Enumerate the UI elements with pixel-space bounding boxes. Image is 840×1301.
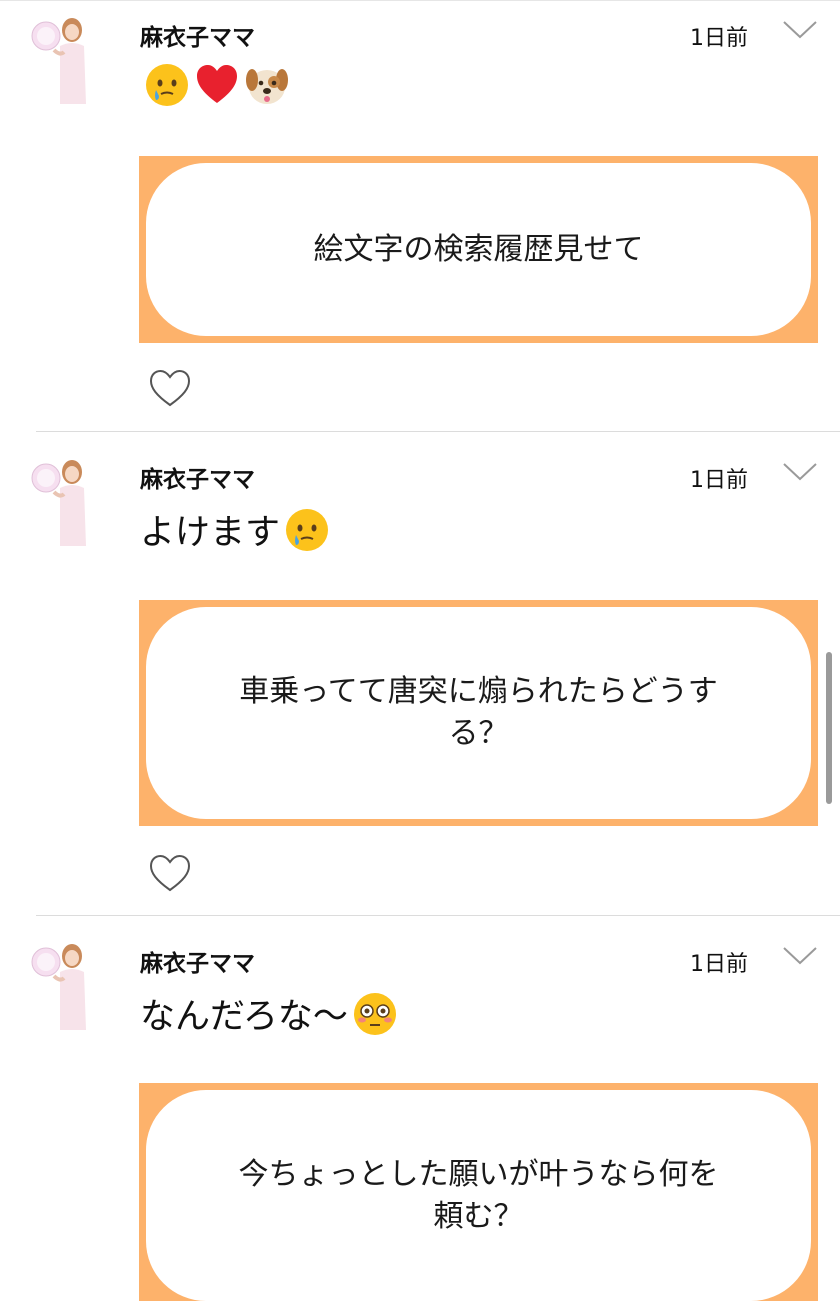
username[interactable]: 麻衣子ママ <box>140 18 255 52</box>
flushed-face-icon <box>353 992 396 1035</box>
chevron-down-icon[interactable] <box>782 946 818 966</box>
question-card-text: 車乗ってて唐突に煽られたらどうする？ <box>146 607 811 819</box>
username[interactable]: 麻衣子ママ <box>140 460 255 494</box>
dog-face-icon <box>246 69 288 104</box>
avatar[interactable] <box>30 454 90 550</box>
question-card[interactable]: 絵文字の検索履歴見せて <box>139 156 818 343</box>
heart-like-icon[interactable] <box>148 853 192 893</box>
post-text: よけます <box>140 504 330 555</box>
post-text-content: よけます <box>140 513 281 553</box>
scrollbar[interactable] <box>826 652 832 804</box>
post-text: なんだろな〜 <box>140 988 398 1039</box>
timestamp: 1日前 <box>690 468 748 493</box>
question-card-text: 今ちょっとした願いが叶うなら何を頼む？ <box>146 1090 811 1301</box>
avatar[interactable] <box>30 938 90 1034</box>
timestamp: 1日前 <box>690 26 748 51</box>
question-card-text: 絵文字の検索履歴見せて <box>146 163 811 336</box>
post-text-content: なんだろな〜 <box>140 997 348 1037</box>
question-card[interactable]: 今ちょっとした願いが叶うなら何を頼む？ <box>139 1083 818 1301</box>
face-holding-back-tears-icon <box>146 64 188 106</box>
question-card[interactable]: 車乗ってて唐突に煽られたらどうする？ <box>139 600 818 826</box>
chevron-down-icon[interactable] <box>782 20 818 40</box>
red-heart-icon <box>197 65 237 103</box>
avatar[interactable] <box>30 12 90 108</box>
post-item: 麻衣子ママ 1日前 なんだろな〜 今ちょっとした願いが叶うなら何を頼む？ <box>0 926 840 1301</box>
chevron-down-icon[interactable] <box>782 462 818 482</box>
heart-like-icon[interactable] <box>148 368 192 408</box>
face-holding-back-tears-icon <box>286 508 329 551</box>
username[interactable]: 麻衣子ママ <box>140 944 255 978</box>
timestamp: 1日前 <box>690 952 748 977</box>
post-item: 麻衣子ママ 1日前 よけます 車乗ってて唐突に煽られたらどうする？ <box>0 442 840 916</box>
post-divider <box>36 431 840 432</box>
post-item: 麻衣子ママ 1日前 絵文字の検索履歴見せて <box>0 0 840 432</box>
post-divider <box>36 915 840 916</box>
post-text <box>140 62 290 108</box>
